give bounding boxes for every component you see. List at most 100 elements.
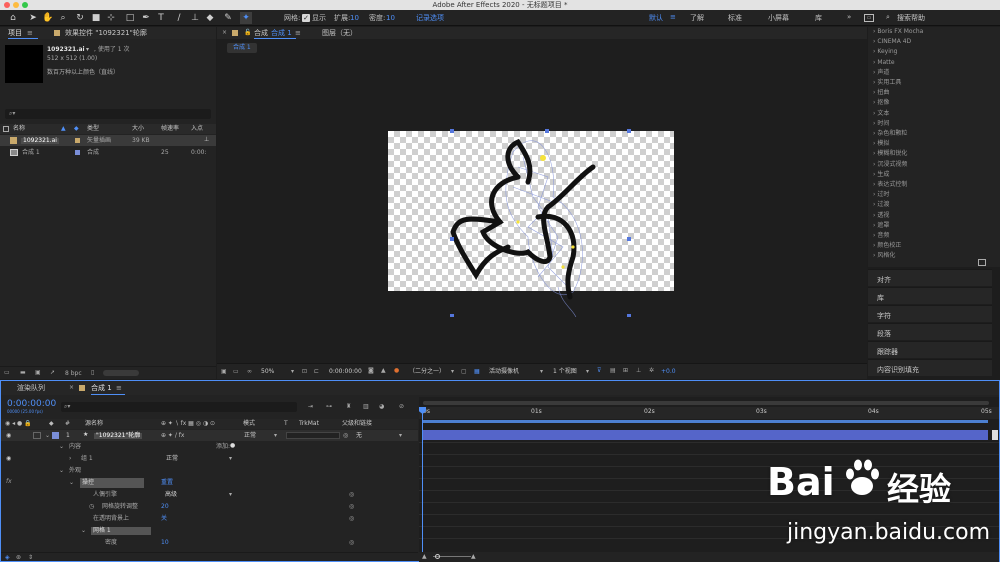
project-search-field[interactable]: ⌕▾ [5,109,211,119]
project-menu-icon[interactable]: ≡ [27,30,33,37]
parent-pickwhip-icon[interactable]: ◎ [343,433,348,439]
workspace-default[interactable]: 默认 [649,15,663,22]
parent-select[interactable]: 无 [356,433,362,439]
lock-toggle[interactable] [33,432,41,439]
tab-project[interactable]: 项目 [8,30,22,37]
new-comp-icon[interactable]: ▣ [35,370,41,376]
puppet-reset-button[interactable]: 重置 [161,480,173,486]
comp-mini-flowchart-icon[interactable]: ⇥ [308,404,313,410]
tab-render-queue[interactable]: 渲染队列 [17,385,45,392]
zoom-out-icon[interactable]: ▲ [422,554,427,560]
zoom-window-button[interactable] [22,2,28,8]
effect-category[interactable]: › 抠像 [873,100,889,106]
search-help-input[interactable]: 搜索帮助 [897,15,925,22]
effect-category[interactable]: › 表达式控制 [873,182,907,188]
work-area-bar[interactable] [422,420,988,423]
prop-mesh[interactable]: 网格 1 [91,527,151,535]
color-channels-icon[interactable]: ● [394,368,399,374]
tab-composition-name[interactable]: 合成 1 [271,30,292,37]
type-tool-icon[interactable]: T [155,12,167,24]
density-pickwhip-icon[interactable]: ◎ [349,540,354,546]
transfer-controls-toggle-icon[interactable]: ⊛ [16,555,21,561]
resolution-chevron-icon[interactable]: ▾ [451,369,454,375]
sort-up-icon[interactable]: ▲ [61,126,66,132]
group-mode-chevron[interactable]: ▾ [229,456,232,462]
pan-behind-tool-icon[interactable]: ⊹ [105,12,117,24]
region-of-interest-icon[interactable]: ▢ [461,369,467,375]
clone-stamp-tool-icon[interactable]: ⊥ [189,12,201,24]
group-mode-select[interactable]: 正常 [166,456,178,462]
monitor-icon[interactable]: ▭ [233,369,239,375]
effect-category[interactable]: › 实用工具 [873,80,901,86]
brush-tool-icon[interactable]: ∕ [173,12,185,24]
sync-settings-icon[interactable]: ▭ [864,14,874,22]
hand-tool-icon[interactable]: ✋ [42,12,54,24]
camera-select[interactable]: 活动摄像机 [489,369,519,375]
zoom-in-icon[interactable]: ▲ [471,554,476,560]
viewer-timecode[interactable]: 0:00:00:00 [329,369,362,375]
thumbnail-size-slider[interactable] [103,370,139,376]
draft-3d-icon[interactable]: ⊶ [326,404,332,410]
roto-brush-tool-icon[interactable]: ✎ [222,12,234,24]
tab-effect-controls[interactable]: 效果控件 "1092321"轮廓 [65,30,147,37]
handle-top-left[interactable] [450,129,454,133]
flow-chart-icon[interactable]: ⊥ [204,137,209,143]
bpc-button[interactable]: 8 bpc [65,371,82,377]
workspace-standard[interactable]: 标准 [728,15,742,22]
geometry-chevron[interactable]: ⌄ [59,468,64,474]
effect-category[interactable]: › 沉浸式视频 [873,161,907,168]
content-chevron[interactable]: ⌄ [59,444,64,450]
tab-composition-label[interactable]: 合成 [254,30,268,37]
engine-select[interactable]: 高级 [165,492,177,498]
effect-category[interactable]: › Matte [873,59,895,66]
resolution-select[interactable]: （二分之一） [409,369,445,375]
pen-tool-icon[interactable]: ✒ [140,12,152,24]
timeline-zoom-knob[interactable] [435,554,440,559]
handle-middle-left[interactable] [450,237,454,241]
panel-character[interactable]: 字符 [868,305,992,322]
effect-category[interactable]: › 声道 [873,69,889,76]
rotate-tool-icon[interactable]: ↻ [74,12,86,24]
more-workspaces-icon[interactable]: » [847,14,851,21]
effect-category[interactable]: › CINEMA 4D [873,39,911,45]
workspace-library[interactable]: 库 [815,15,822,22]
zoom-tool-icon[interactable]: ⌕ [57,12,69,24]
rotate-value[interactable]: 20 [161,504,169,510]
project-row[interactable]: 合成 1 合成 25 0:00: [0,147,216,158]
effect-category[interactable]: › 生成 [873,171,889,178]
search-icon[interactable]: ⌕ [886,14,890,21]
add-content-icon[interactable]: ● [230,443,235,449]
snapshot-icon[interactable]: ◙ [368,368,374,374]
col-type[interactable]: 类型 [87,126,99,132]
handle-middle-right[interactable] [627,237,631,241]
effect-category[interactable]: › 文本 [873,110,889,117]
panel-content-aware-fill[interactable]: 内容识别填充 [868,359,992,376]
effect-category[interactable]: › 扭曲 [873,90,889,96]
display-checkbox[interactable]: ✓ [302,14,310,22]
tab-timeline-comp[interactable]: 合成 1 [91,385,112,392]
camera-tool-icon[interactable]: ■ [90,12,102,24]
zoom-select[interactable]: 50% [261,369,274,375]
puppet-pin-head[interactable] [540,155,546,161]
workspace-small-screen[interactable]: 小屏幕 [768,15,789,22]
record-options-button[interactable]: 记录选项 [416,15,444,22]
tag-column-icon[interactable]: ◆ [74,126,79,132]
close-timeline-tab-icon[interactable]: × [69,385,74,391]
effect-category[interactable]: › 过渡 [873,202,889,208]
group-chevron[interactable]: › [69,456,71,462]
puppet-pin-tail[interactable] [561,265,565,269]
expand-layer-chevron[interactable]: ⌄ [45,433,50,439]
effect-category[interactable]: › 过时 [873,192,889,198]
show-snapshot-icon[interactable]: ▲ [381,368,386,374]
panel-paragraph[interactable]: 段落 [868,323,992,340]
col-mode[interactable]: 模式 [243,421,255,427]
label-col-icon[interactable]: ◆ [49,421,54,427]
puppet-pin-body[interactable] [516,220,520,224]
mask-visibility-icon[interactable]: ⊏ [314,369,319,375]
layer-label-color[interactable] [52,432,59,439]
timeline-menu-icon[interactable]: ≡ [116,385,122,392]
current-time-indicator[interactable] [422,407,423,552]
panel-library[interactable]: 库 [868,287,992,304]
effect-category[interactable]: › 颜色校正 [873,243,901,249]
fast-preview-icon[interactable]: ⊽ [597,368,601,374]
